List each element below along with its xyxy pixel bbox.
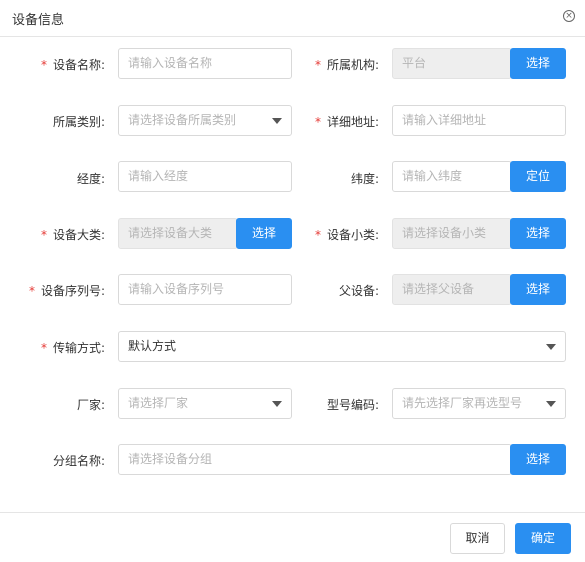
required-mark: * [314,58,321,72]
dialog-header: 设备信息 × [0,0,585,37]
transport-value: 默认方式 [128,339,177,353]
parent-device-label: 父设备: [338,284,379,298]
vendor-select[interactable]: 请选择厂家 [118,388,292,419]
model-select[interactable]: 请先选择厂家再选型号 [392,388,566,419]
org-select-button[interactable]: 选择 [510,48,566,79]
device-name-label: * 设备名称: [40,58,105,72]
confirm-button[interactable]: 确定 [515,523,571,554]
model-placeholder: 请先选择厂家再选型号 [402,396,523,410]
required-mark: * [314,115,321,129]
org-label: * 所属机构: [314,58,379,72]
longitude-input[interactable]: 请输入经度 [118,161,292,192]
small-class-input: 请选择设备小类 [392,218,512,249]
chevron-down-icon [546,344,556,350]
vendor-label: 厂家: [76,398,105,412]
model-label: 型号编码: [326,398,379,412]
required-mark: * [40,228,47,242]
device-name-input[interactable]: 请输入设备名称 [118,48,292,79]
group-input[interactable]: 请选择设备分组 [118,444,512,475]
close-icon[interactable]: × [563,10,575,22]
required-mark: * [40,58,47,72]
big-class-label: * 设备大类: [40,228,105,242]
vendor-placeholder: 请选择厂家 [128,396,189,410]
latitude-input[interactable]: 请输入纬度 [392,161,512,192]
org-input: 平台 [392,48,512,79]
longitude-label: 经度: [76,172,105,186]
footer-divider [0,512,585,513]
parent-device-select-button[interactable]: 选择 [510,274,566,305]
group-label: 分组名称: [52,454,105,468]
small-class-select-button[interactable]: 选择 [510,218,566,249]
required-mark: * [314,228,321,242]
required-mark: * [28,284,35,298]
big-class-input: 请选择设备大类 [118,218,238,249]
device-info-dialog: 设备信息 × * 设备名称: 请输入设备名称 * 所属机构: 平台 选择 所属类别:… [0,0,585,562]
dialog-title: 设备信息 [12,13,65,28]
category-select[interactable]: 请选择设备所属类别 [118,105,292,136]
serial-label: * 设备序列号: [28,284,105,298]
transport-select[interactable]: 默认方式 [118,331,566,362]
address-label: * 详细地址: [314,115,379,129]
serial-input[interactable]: 请输入设备序列号 [118,274,292,305]
small-class-label: * 设备小类: [314,228,379,242]
group-select-button[interactable]: 选择 [510,444,566,475]
chevron-down-icon [546,401,556,407]
cancel-button[interactable]: 取消 [450,523,505,554]
parent-device-input: 请选择父设备 [392,274,512,305]
category-placeholder: 请选择设备所属类别 [128,113,237,127]
required-mark: * [40,341,47,355]
latitude-label: 纬度: [350,172,379,186]
locate-button[interactable]: 定位 [510,161,566,192]
address-input[interactable]: 请输入详细地址 [392,105,566,136]
big-class-select-button[interactable]: 选择 [236,218,292,249]
transport-label: * 传输方式: [40,341,105,355]
chevron-down-icon [272,118,282,124]
chevron-down-icon [272,401,282,407]
category-label: 所属类别: [52,115,105,129]
